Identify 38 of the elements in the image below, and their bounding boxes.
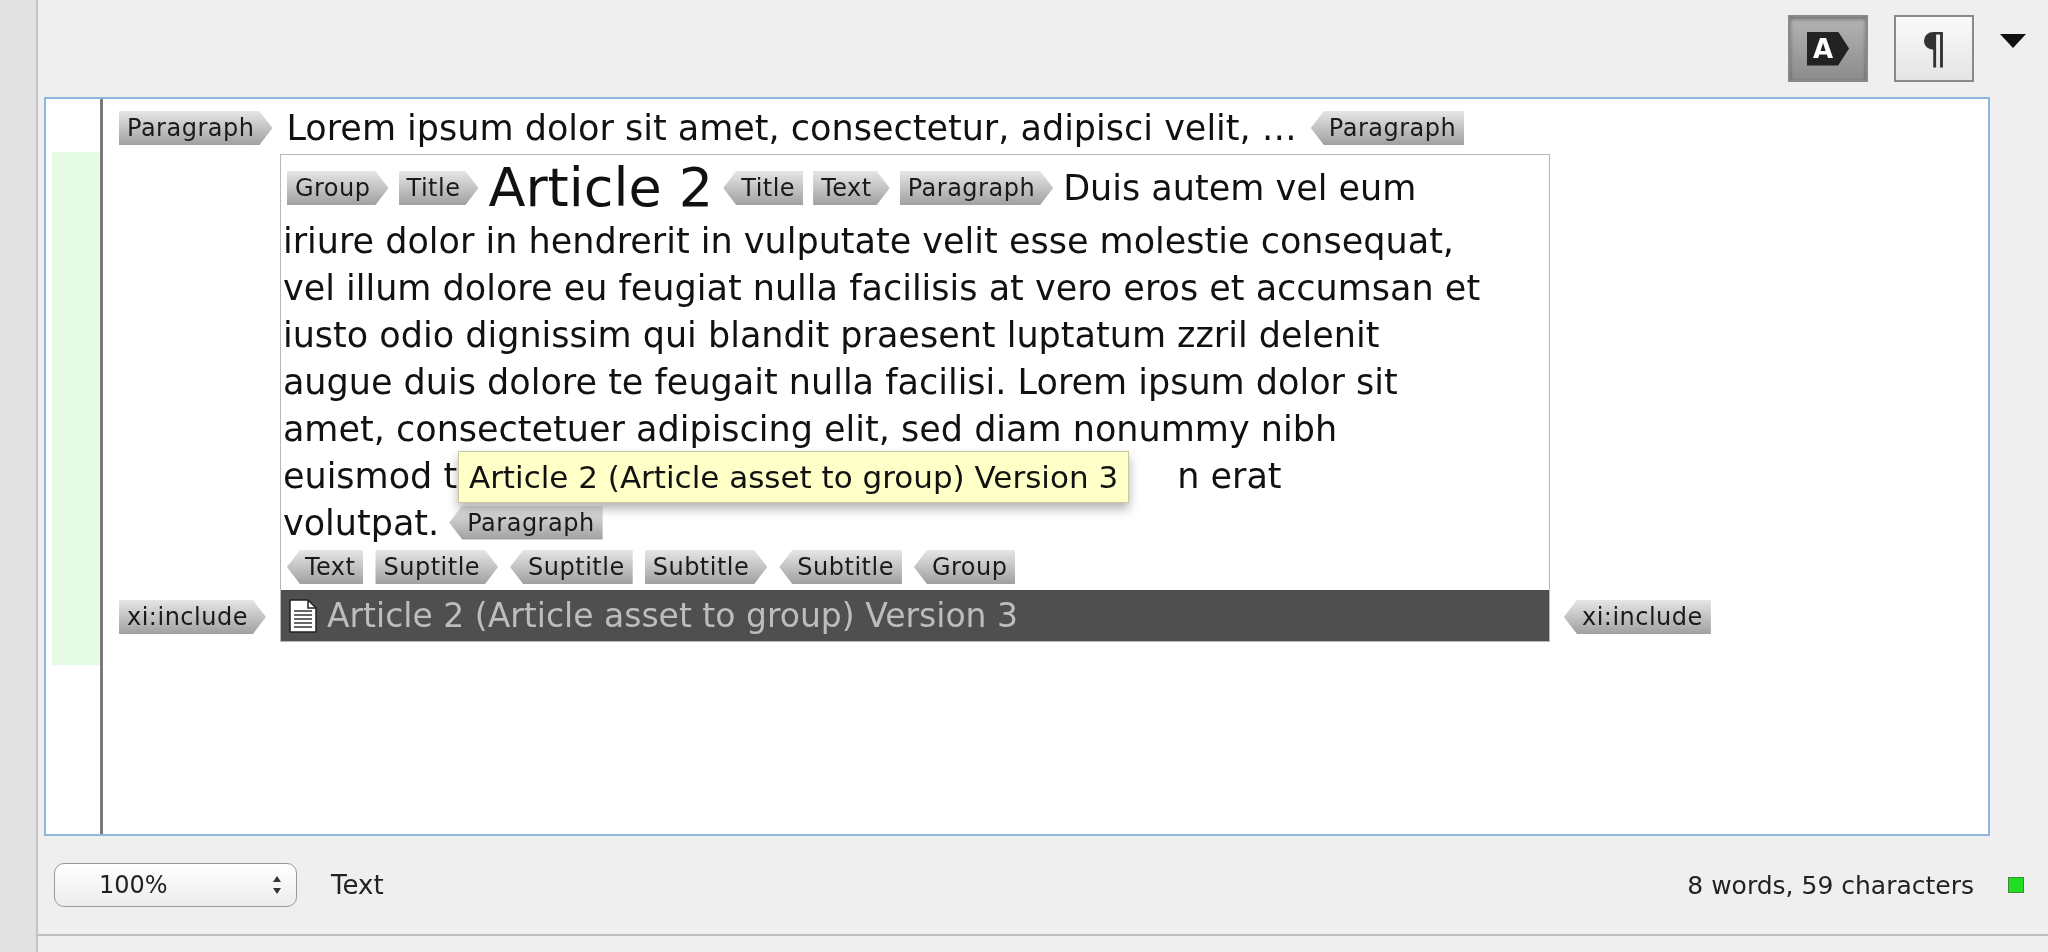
body-text: iriure dolor in hendrerit in vulputate velit esse molestie consequat,: [282, 220, 1454, 261]
word-count: 8 words, 59 characters: [1687, 870, 1974, 900]
start-tag[interactable]: Subtitle: [644, 550, 768, 584]
body-text: Duis autem vel eum: [1063, 168, 1417, 208]
start-tag[interactable]: Title: [398, 171, 479, 205]
start-tag[interactable]: Suptitle: [375, 550, 499, 584]
start-tag[interactable]: Paragraph: [119, 111, 273, 145]
body-text: n erat: [1177, 455, 1282, 496]
status-indicator: [2008, 877, 2024, 893]
stepper-arrows-icon: [272, 875, 282, 895]
end-tag[interactable]: Group: [913, 550, 1016, 584]
tooltip: Article 2 (Article asset to group) Version 3: [457, 451, 1130, 503]
tags-view-button[interactable]: A: [1788, 15, 1868, 82]
end-tag[interactable]: xi:include: [1563, 600, 1711, 634]
body-text: iusto odio dignissim qui blandit praesent luptatum zzril delenit: [282, 314, 1380, 355]
body-text: volutpat.: [282, 502, 440, 543]
include-title: Article 2 (Article asset to group) Version 3: [326, 596, 1018, 635]
article-title: Article 2: [488, 160, 714, 216]
body-text: Lorem ipsum dolor sit amet, consectetur, adipisci velit, …: [286, 108, 1297, 148]
document-icon: [288, 598, 317, 633]
end-tag[interactable]: Paragraph: [449, 505, 603, 540]
start-tag[interactable]: Text: [813, 171, 890, 205]
zoom-dropdown[interactable]: 100%: [54, 863, 297, 907]
end-tag[interactable]: Title: [723, 171, 804, 205]
body-text: euismod t: [282, 455, 458, 496]
end-tag[interactable]: Subtitle: [779, 550, 902, 584]
start-tag[interactable]: Group: [286, 171, 389, 205]
body-text: augue duis dolore te feugait nulla facilisi. Lorem ipsum dolor sit: [282, 361, 1398, 402]
end-tag[interactable]: Paragraph: [1310, 111, 1465, 145]
start-tag[interactable]: xi:include: [119, 600, 266, 634]
dropdown-caret-icon[interactable]: [2000, 34, 2026, 48]
pilcrow-button[interactable]: ¶: [1894, 15, 1974, 82]
end-tag[interactable]: Text: [286, 550, 364, 584]
end-tag[interactable]: Suptitle: [510, 550, 633, 584]
body-text: vel illum dolore eu feugiat nulla facilisis at vero eros et accumsan et: [282, 267, 1481, 308]
body-text: amet, consectetuer adipiscing elit, sed diam nonummy nibh: [282, 408, 1338, 449]
start-tag[interactable]: Paragraph: [899, 171, 1054, 205]
context-label: Text: [331, 870, 384, 900]
